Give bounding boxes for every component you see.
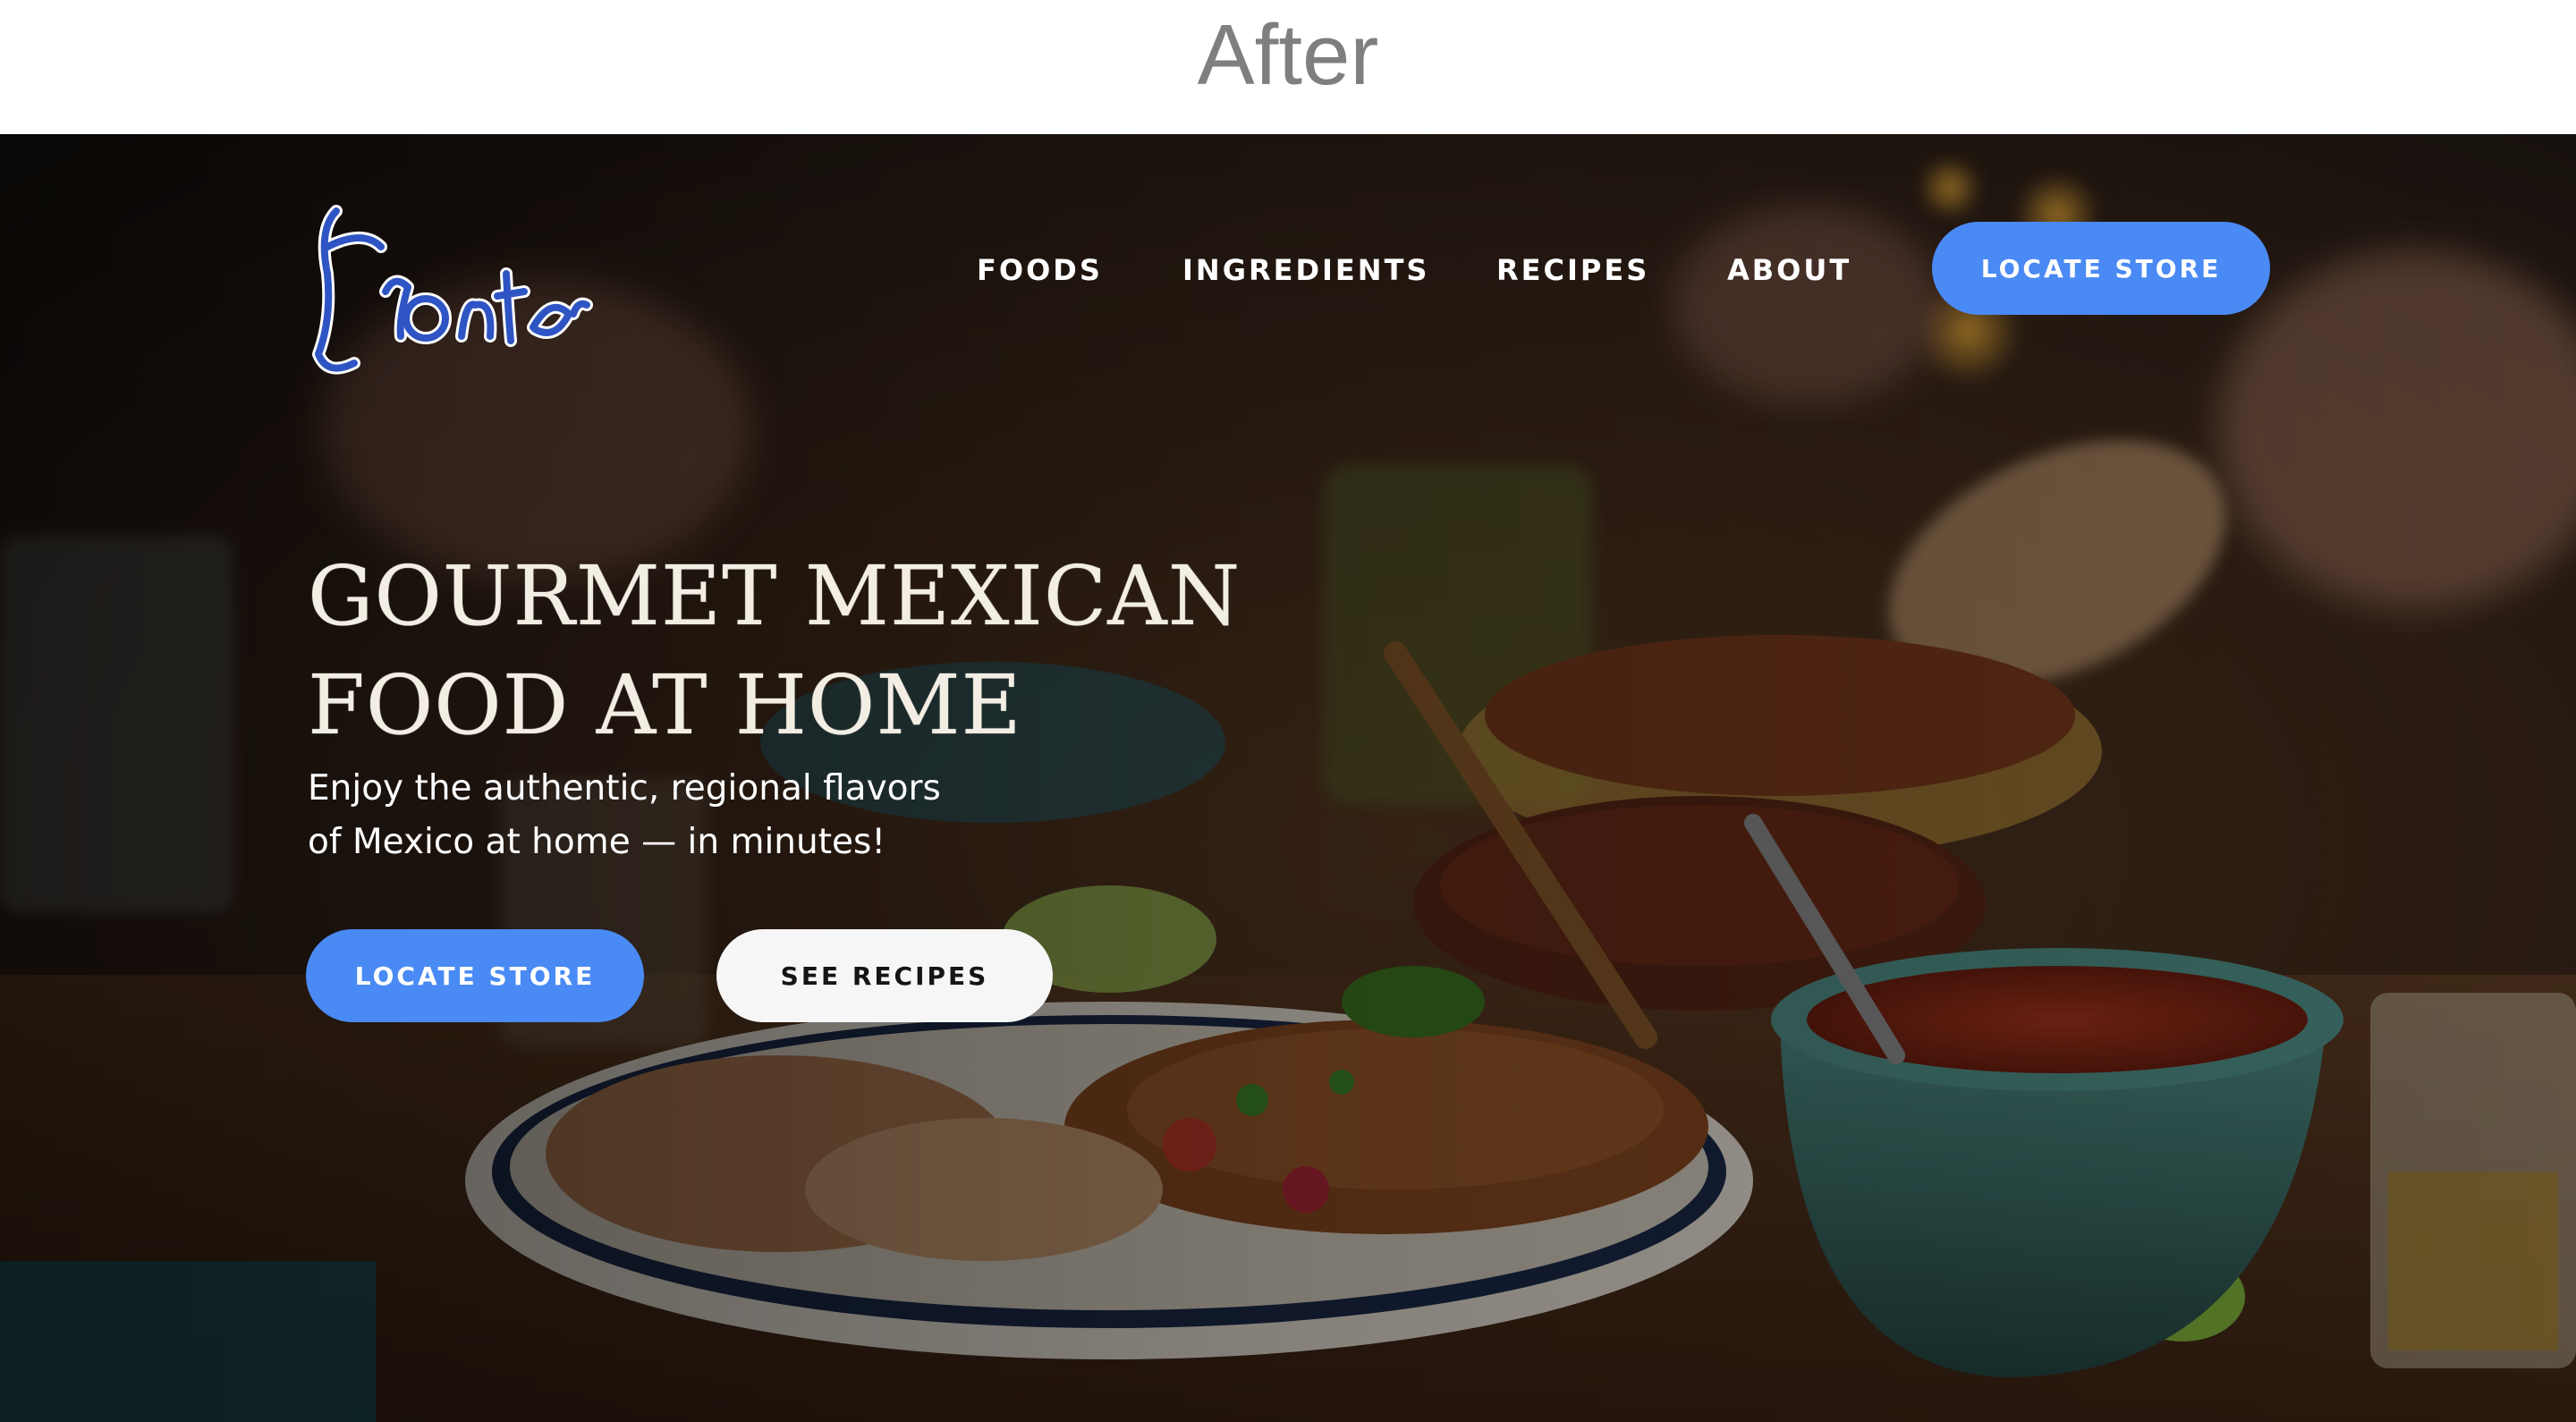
frontera-logo[interactable]: [301, 193, 596, 394]
comparison-caption: After: [1197, 7, 1379, 103]
hero-subtext-line-2: of Mexico at home — in minutes!: [308, 822, 886, 862]
frontera-logo-mark: [312, 205, 593, 375]
hero-locate-store-button[interactable]: LOCATE STORE: [306, 929, 644, 1022]
hero-headline-line-2: FOOD AT HOME: [308, 657, 1022, 753]
nav-recipes[interactable]: RECIPES: [1496, 252, 1649, 288]
hero-subtext: Enjoy the authentic, regional flavors of…: [308, 762, 1023, 869]
see-recipes-button[interactable]: SEE RECIPES: [716, 929, 1053, 1022]
hero-section: FOODS INGREDIENTS RECIPES ABOUT LOCATE S…: [0, 134, 2576, 1422]
hero-headline: GOURMET MEXICAN FOOD AT HOME: [308, 542, 1292, 760]
nav-locate-store-button[interactable]: LOCATE STORE: [1932, 222, 2270, 315]
hero-subtext-line-1: Enjoy the authentic, regional flavors: [308, 768, 941, 808]
hero-headline-line-1: GOURMET MEXICAN: [308, 548, 1241, 644]
comparison-caption-bar: After: [0, 0, 2576, 134]
nav-about[interactable]: ABOUT: [1727, 252, 1852, 288]
nav-foods[interactable]: FOODS: [977, 252, 1103, 288]
nav-ingredients[interactable]: INGREDIENTS: [1182, 252, 1429, 288]
